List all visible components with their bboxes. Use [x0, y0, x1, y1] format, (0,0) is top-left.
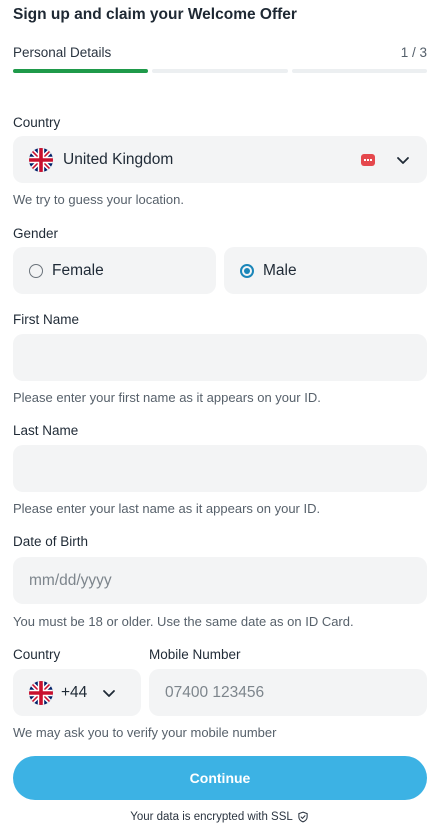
dob-field-wrap — [13, 557, 427, 604]
continue-button[interactable]: Continue — [13, 756, 427, 800]
uk-flag-icon — [29, 147, 53, 172]
dob-hint: You must be 18 or older. Use the same da… — [13, 614, 354, 629]
mobile-number-field-wrap — [149, 669, 427, 716]
keyboard-icon — [361, 153, 375, 166]
dob-label: Date of Birth — [13, 534, 89, 549]
gender-label: Gender — [13, 226, 59, 241]
radio-checked-icon — [240, 263, 254, 278]
progress-bar — [13, 69, 427, 73]
uk-flag-icon — [29, 680, 53, 705]
first-name-input[interactable] — [13, 334, 427, 381]
first-name-label: First Name — [13, 312, 80, 327]
progress-step-2 — [152, 69, 288, 73]
gender-option-label: Male — [263, 261, 297, 279]
shield-check-icon — [298, 811, 308, 823]
country-select[interactable]: United Kingdom — [13, 136, 427, 183]
phone-country-label: Country — [13, 647, 61, 662]
last-name-label: Last Name — [13, 423, 79, 438]
chevron-down-icon — [397, 156, 409, 164]
phone-code-value: +44 — [61, 683, 88, 701]
country-label: Country — [13, 115, 61, 130]
gender-option-male[interactable]: Male — [224, 247, 427, 294]
phone-hint: We may ask you to verify your mobile num… — [13, 725, 277, 740]
page-title: Sign up and claim your Welcome Offer — [13, 6, 297, 23]
country-value: United Kingdom — [63, 150, 174, 168]
last-name-field-wrap — [13, 445, 427, 492]
gender-option-female[interactable]: Female — [13, 247, 216, 294]
phone-code-select[interactable]: +44 — [13, 669, 141, 716]
progress-step-3 — [291, 69, 427, 73]
progress-step-1 — [13, 69, 149, 73]
radio-unchecked-icon — [29, 263, 43, 278]
first-name-hint: Please enter your first name as it appea… — [13, 390, 321, 405]
country-hint: We try to guess your location. — [13, 192, 185, 207]
last-name-input[interactable] — [13, 445, 427, 492]
chevron-down-icon — [103, 689, 116, 697]
step-count: 1 / 3 — [400, 45, 427, 60]
first-name-field-wrap — [13, 334, 427, 381]
last-name-hint: Please enter your last name as it appear… — [13, 501, 321, 516]
dob-input[interactable] — [13, 557, 427, 604]
gender-option-label: Female — [52, 261, 104, 279]
mobile-number-label: Mobile Number — [149, 647, 241, 662]
ssl-notice: Your data is encrypted with SSL — [0, 811, 439, 823]
ssl-text: Your data is encrypted with SSL — [130, 811, 293, 823]
mobile-number-input[interactable] — [149, 669, 427, 716]
step-label: Personal Details — [13, 45, 112, 60]
